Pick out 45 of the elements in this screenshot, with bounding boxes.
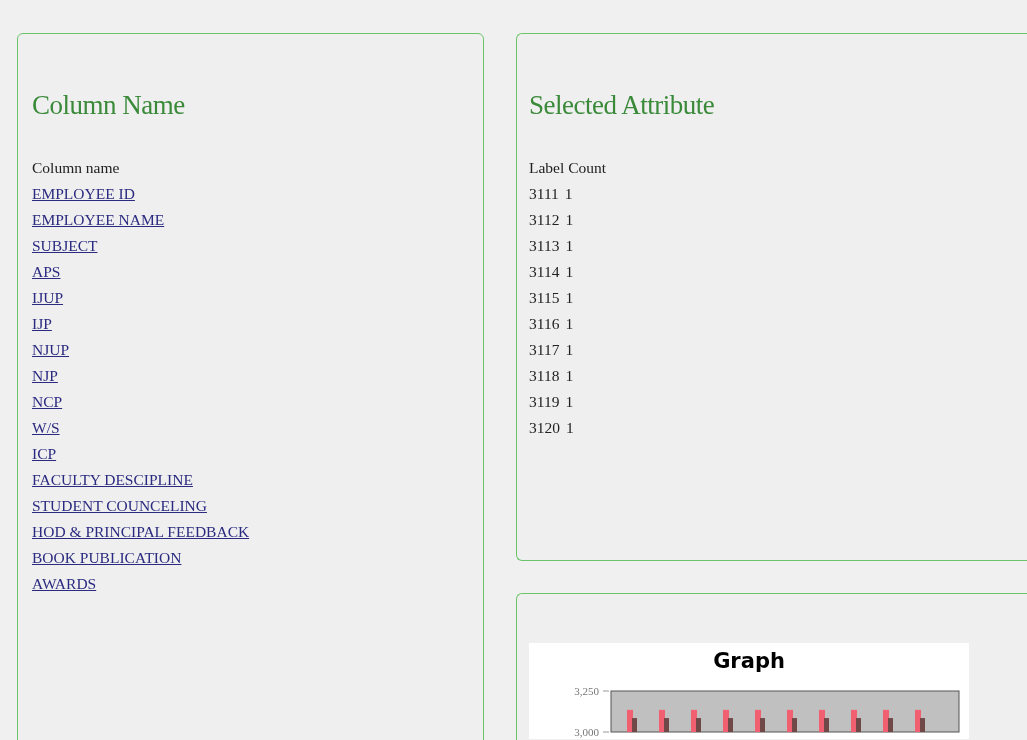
label-cell-text: 3116: [529, 314, 560, 334]
count-cell-text: 1: [565, 314, 574, 334]
column-link[interactable]: APS: [32, 259, 61, 285]
tick-mark: [602, 690, 610, 692]
column-link[interactable]: EMPLOYEE NAME: [32, 207, 165, 233]
column-link[interactable]: IJUP: [32, 285, 63, 311]
column-link[interactable]: SUBJECT: [32, 233, 98, 259]
column-link[interactable]: STUDENT COUNCELING: [32, 493, 207, 519]
count-cell-text: 1: [565, 262, 574, 282]
label-cell-text: 3120: [529, 418, 560, 438]
count-cell-text: 1: [565, 392, 574, 412]
label-cell-text: 3113: [529, 236, 560, 256]
count-cell-text: 1: [565, 236, 574, 256]
label-cell-text: 3117: [529, 340, 560, 360]
column-link[interactable]: NJUP: [32, 337, 70, 363]
count-cell-text: 1: [565, 340, 574, 360]
count-cell-text: 1: [565, 210, 574, 230]
panel-title: Selected Attribute: [529, 90, 716, 121]
column-link[interactable]: NCP: [32, 389, 63, 415]
label-cell-text: 3118: [529, 366, 560, 386]
y-tick-label: 3,000: [574, 726, 599, 738]
column-link[interactable]: FACULTY DESCIPLINE: [32, 467, 193, 493]
label-cell-text: 3112: [529, 210, 560, 230]
y-tick-label: 3,250: [574, 685, 599, 697]
chart-title: Graph: [713, 648, 785, 675]
column-link[interactable]: ICP: [32, 441, 57, 467]
label-cell-text: 3111: [529, 184, 559, 204]
column-link[interactable]: HOD & PRINCIPAL FEEDBACK: [32, 519, 250, 545]
label-cell-text: 3115: [529, 288, 560, 308]
column-link[interactable]: W/S: [32, 415, 60, 441]
column-link[interactable]: NJP: [32, 363, 58, 389]
count-cell-text: 1: [566, 418, 574, 438]
label-cell-text: 3114: [529, 262, 560, 282]
count-cell-text: 1: [565, 288, 574, 308]
count-cell-text: 1: [564, 184, 573, 204]
count-cell-text: 1: [565, 366, 574, 386]
column-link[interactable]: EMPLOYEE ID: [32, 181, 135, 207]
column-link[interactable]: AWARDS: [32, 571, 97, 597]
tick-mark: [602, 731, 610, 733]
panel-title: Column Name: [32, 90, 185, 121]
label-cell-text: 3119: [529, 392, 560, 412]
column-link[interactable]: BOOK PUBLICATION: [32, 545, 182, 571]
table-header: Label Count: [529, 158, 608, 178]
column-link[interactable]: IJP: [32, 311, 52, 337]
list-header: Column name: [32, 158, 120, 178]
